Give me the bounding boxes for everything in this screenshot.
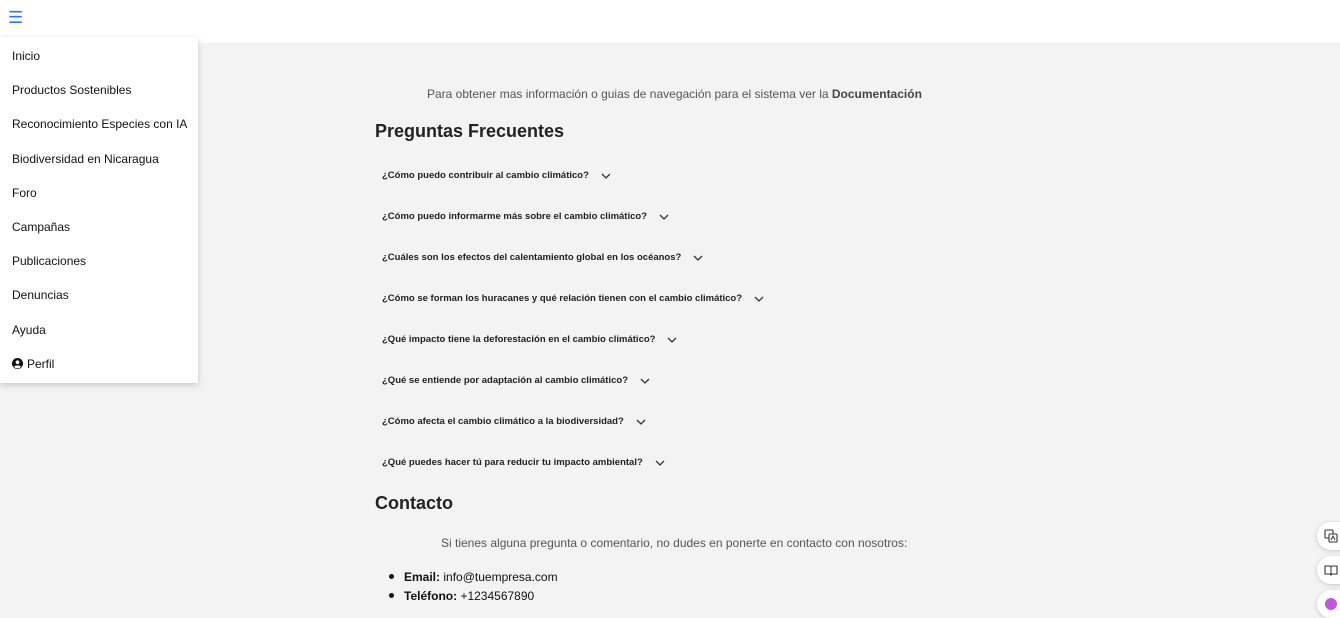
menu-item-campanas[interactable]: Campañas	[0, 210, 198, 244]
contact-list: Email: info@tuempresa.com Teléfono: +123…	[389, 567, 558, 605]
menu-item-productos-sostenibles[interactable]: Productos Sostenibles	[0, 73, 198, 107]
main-content: Para obtener mas información o guias de …	[0, 43, 1340, 606]
faq-question-text: ¿Cómo afecta el cambio climático a la bi…	[382, 416, 624, 427]
chevron-down-icon	[693, 255, 703, 261]
chevron-down-icon	[754, 296, 764, 302]
faq-question-7[interactable]: ¿Cómo afecta el cambio climático a la bi…	[382, 416, 646, 427]
faq-question-4[interactable]: ¿Cómo se forman los huracanes y qué rela…	[382, 293, 764, 304]
phone-value[interactable]: +1234567890	[460, 589, 534, 603]
phone-label: Teléfono:	[404, 588, 458, 603]
menu-item-publicaciones[interactable]: Publicaciones	[0, 244, 198, 278]
menu-item-label: Inicio	[12, 49, 41, 64]
menu-item-label: Biodiversidad en Nicaragua	[12, 151, 159, 166]
faq-question-text: ¿Qué puedes hacer tú para reducir tu imp…	[382, 457, 643, 468]
bullet	[389, 593, 394, 598]
faq-question-text: ¿Qué impacto tiene la deforestación en e…	[382, 334, 656, 345]
translate-icon	[1324, 529, 1338, 543]
faq-question-5[interactable]: ¿Qué impacto tiene la deforestación en e…	[382, 334, 677, 345]
chevron-down-icon	[636, 419, 646, 425]
documentation-note-text: Para obtener mas información o guias de …	[427, 87, 832, 101]
contact-email-item: Email: info@tuempresa.com	[389, 567, 558, 586]
bullet	[389, 574, 394, 579]
chevron-down-icon	[601, 173, 611, 179]
book-icon	[1324, 565, 1338, 576]
faq-question-text: ¿Cómo se forman los huracanes y qué rela…	[382, 293, 743, 304]
translate-button[interactable]	[1317, 522, 1340, 550]
chevron-down-icon	[640, 378, 650, 384]
contact-phone-item: Teléfono: +1234567890	[389, 586, 558, 605]
menu-item-label: Productos Sostenibles	[12, 83, 132, 98]
documentation-link[interactable]: Documentación	[832, 87, 922, 101]
faq-question-text: ¿Cuáles son los efectos del calentamient…	[382, 252, 682, 263]
menu-item-foro[interactable]: Foro	[0, 176, 198, 210]
email-value[interactable]: info@tuempresa.com	[443, 570, 557, 584]
assistant-button[interactable]	[1317, 590, 1340, 618]
faq-question-3[interactable]: ¿Cuáles son los efectos del calentamient…	[382, 252, 703, 263]
documentation-note: Para obtener mas información o guias de …	[427, 87, 922, 101]
menu-item-ayuda[interactable]: Ayuda	[0, 313, 198, 347]
navigation-menu: Inicio Productos Sostenibles Reconocimie…	[0, 37, 198, 383]
email-label: Email:	[404, 569, 441, 584]
chevron-down-icon	[659, 214, 669, 220]
menu-item-label: Campañas	[12, 220, 71, 235]
faq-question-text: ¿Cómo puedo informarme más sobre el camb…	[382, 211, 648, 222]
menu-item-label: Reconocimiento Especies con IA	[12, 117, 188, 132]
menu-item-perfil[interactable]: Perfil	[0, 347, 198, 381]
faq-question-6[interactable]: ¿Qué se entiende por adaptación al cambi…	[382, 375, 650, 386]
faq-question-8[interactable]: ¿Qué puedes hacer tú para reducir tu imp…	[382, 457, 665, 468]
menu-item-reconocimiento-especies[interactable]: Reconocimiento Especies con IA	[0, 107, 198, 141]
chevron-down-icon	[655, 460, 665, 466]
assistant-icon	[1325, 598, 1337, 610]
menu-item-denuncias[interactable]: Denuncias	[0, 278, 198, 312]
menu-item-label: Foro	[12, 185, 37, 200]
user-circle-icon	[12, 358, 23, 370]
faq-question-text: ¿Qué se entiende por adaptación al cambi…	[382, 375, 629, 386]
menu-item-label: Publicaciones	[12, 254, 87, 269]
faq-question-2[interactable]: ¿Cómo puedo informarme más sobre el camb…	[382, 211, 669, 222]
menu-item-inicio[interactable]: Inicio	[0, 39, 198, 73]
menu-item-label: Ayuda	[12, 322, 46, 337]
hamburger-menu-icon[interactable]: ☰	[8, 9, 24, 26]
menu-item-label: Denuncias	[12, 288, 69, 303]
faq-question-1[interactable]: ¿Cómo puedo contribuir al cambio climáti…	[382, 170, 611, 181]
faq-title: Preguntas Frecuentes	[375, 121, 565, 141]
menu-item-label: Perfil	[27, 356, 55, 371]
reader-button[interactable]	[1317, 556, 1340, 584]
contact-title: Contacto	[375, 493, 453, 513]
menu-item-biodiversidad[interactable]: Biodiversidad en Nicaragua	[0, 142, 198, 176]
top-bar: ☰	[0, 0, 1340, 43]
chevron-down-icon	[668, 337, 677, 343]
contact-intro: Si tienes alguna pregunta o comentario, …	[441, 536, 908, 550]
faq-question-text: ¿Cómo puedo contribuir al cambio climáti…	[382, 170, 589, 181]
